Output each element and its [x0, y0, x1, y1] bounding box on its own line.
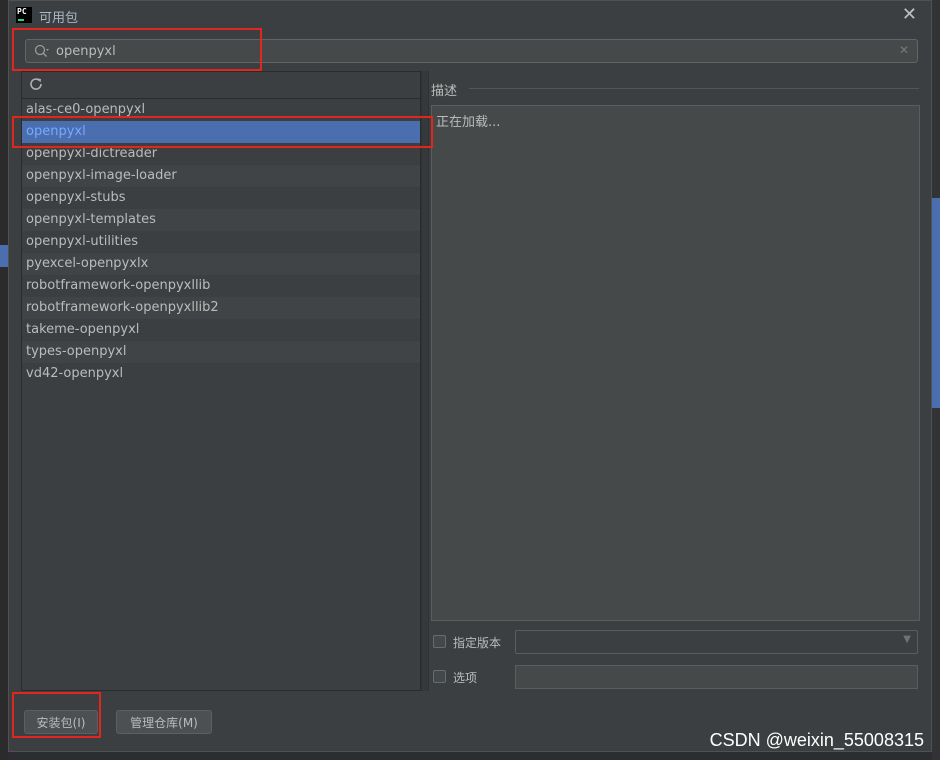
description-area: 正在加载...	[431, 105, 920, 621]
clear-search-icon[interactable]: ✕	[899, 43, 909, 57]
specify-version-checkbox[interactable]	[433, 635, 446, 648]
package-item[interactable]: alas-ce0-openpyxl	[22, 99, 420, 121]
watermark-text: CSDN @weixin_55008315	[709, 730, 924, 750]
description-text: 正在加载...	[436, 115, 501, 130]
options-row: 选项	[433, 665, 920, 689]
search-input[interactable]	[56, 42, 886, 60]
install-package-button[interactable]: 安装包(I)	[24, 710, 98, 734]
background-window-edge-right	[932, 0, 940, 760]
search-box[interactable]: ✕	[25, 39, 918, 63]
available-packages-dialog: PC 可用包 ✕ ✕ alas-ce0-openpyxlopenpyxlopen…	[8, 0, 932, 752]
package-list: alas-ce0-openpyxl openpyxl openpyxl-dictre…	[22, 99, 420, 385]
manage-repositories-button[interactable]: 管理仓库(M)	[116, 710, 212, 734]
panel-splitter[interactable]	[421, 71, 429, 691]
dialog-title: 可用包	[39, 11, 79, 26]
description-divider	[469, 88, 919, 89]
background-window-edge-left	[0, 0, 8, 760]
package-item[interactable]: openpyxl-utilities	[22, 231, 420, 253]
chevron-down-icon: ▼	[903, 634, 911, 645]
package-item[interactable]: openpyxl-templates	[22, 209, 420, 231]
refresh-icon[interactable]	[28, 76, 44, 92]
specify-version-label: 指定版本	[453, 636, 502, 650]
package-item[interactable]: robotframework-openpyxllib	[22, 275, 420, 297]
options-input[interactable]	[515, 665, 918, 689]
package-list-panel: alas-ce0-openpyxl openpyxl openpyxl-dictre…	[21, 71, 421, 691]
package-item[interactable]: robotframework-openpyxllib2	[22, 297, 420, 319]
package-item[interactable]: openpyxl-dictreader	[22, 143, 420, 165]
package-item-selected[interactable]: openpyxl	[22, 121, 420, 143]
package-item[interactable]: takeme-openpyxl	[22, 319, 420, 341]
options-checkbox[interactable]	[433, 670, 446, 683]
package-list-toolbar	[22, 72, 420, 99]
version-select[interactable]: ▼	[515, 630, 918, 654]
close-icon[interactable]: ✕	[902, 4, 917, 25]
package-item[interactable]: vd42-openpyxl	[22, 363, 420, 385]
package-item[interactable]: openpyxl-stubs	[22, 187, 420, 209]
package-item[interactable]: pyexcel-openpyxlx	[22, 253, 420, 275]
specify-version-row: 指定版本 ▼	[433, 630, 920, 654]
package-item[interactable]: types-openpyxl	[22, 341, 420, 363]
options-label: 选项	[453, 671, 478, 685]
pycharm-logo-icon: PC	[16, 7, 32, 23]
description-label: 描述	[431, 84, 458, 99]
package-item[interactable]: openpyxl-image-loader	[22, 165, 420, 187]
search-icon	[34, 44, 49, 57]
title-bar: PC 可用包 ✕	[9, 1, 931, 29]
